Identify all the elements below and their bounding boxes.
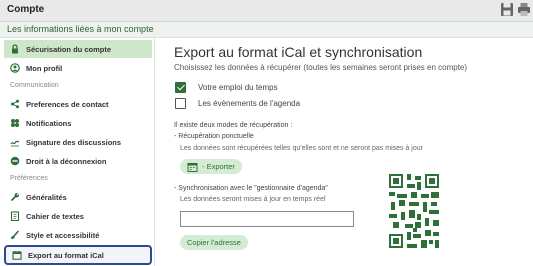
qr-code (389, 174, 439, 248)
sidebar-item-signature[interactable]: Signature des discussions (4, 133, 152, 151)
notification-icon (10, 118, 20, 128)
mode1-description: Les données sont récupérées telles qu'el… (180, 145, 423, 152)
sidebar-item-label: Généralités (26, 192, 67, 202)
copy-address-button[interactable]: Copier l'adresse (180, 235, 248, 250)
page-subtitle: Choisissez les données à récupérer (tout… (174, 63, 468, 72)
calendar-icon (12, 250, 22, 260)
calendar-icon (187, 162, 198, 172)
mode2-description: Les données seront mises à jour en temps… (180, 196, 326, 203)
evenements-agenda-label: Les évènements de l'agenda (198, 99, 301, 108)
lock-icon (10, 44, 20, 54)
sidebar-item-cahier[interactable]: Cahier de textes (4, 207, 152, 225)
sidebar-item-label: Notifications (26, 118, 72, 128)
profile-icon (10, 63, 20, 73)
wrench-icon (10, 192, 20, 202)
sidebar-group-preferences: Préférences (10, 175, 48, 182)
copy-address-button-label: Copier l'adresse (187, 238, 241, 247)
sidebar-item-label: Preferences de contact (26, 99, 109, 109)
title-bar-actions (500, 2, 531, 17)
export-button-label: - Exporter (202, 162, 235, 171)
page-title: Export au format iCal et synchronisation (174, 44, 423, 60)
window-title: Compte (7, 4, 45, 15)
modes-intro: Il existe deux modes de récupération : (174, 122, 293, 129)
sidebar-item-notifications[interactable]: Notifications (4, 114, 152, 132)
save-icon[interactable] (500, 2, 514, 17)
sidebar-item-label: Export au format iCal (28, 250, 104, 260)
sidebar-item-label: Cahier de textes (26, 211, 84, 221)
sidebar-item-deconnexion[interactable]: Droit à la déconnexion (4, 152, 152, 170)
emploi-du-temps-checkbox[interactable] (175, 82, 186, 93)
title-bar: Compte (0, 0, 533, 22)
sidebar-item-securisation[interactable]: Sécurisation du compte (4, 40, 152, 58)
section-header-title: Les informations liées à mon compte (7, 24, 154, 34)
sidebar-item-label: Signature des discussions (26, 137, 122, 147)
sync-url-input[interactable] (180, 211, 354, 227)
evenements-agenda-checkbox[interactable] (175, 98, 186, 109)
sidebar-item-contact[interactable]: Preferences de contact (4, 95, 152, 113)
section-header: Les informations liées à mon compte (0, 22, 533, 38)
sidebar-item-generalites[interactable]: Généralités (4, 188, 152, 206)
qr-code-graphic (389, 174, 439, 248)
sidebar-group-communication: Communication (10, 82, 59, 89)
share-icon (10, 99, 20, 109)
brush-icon (10, 230, 20, 240)
main-panel: Export au format iCal et synchronisation… (156, 38, 533, 266)
sidebar-item-style[interactable]: Style et accessibilité (4, 226, 152, 244)
sidebar-item-label: Droit à la déconnexion (26, 156, 107, 166)
mode1-title: - Récupération ponctuelle (174, 133, 254, 140)
print-icon[interactable] (517, 2, 531, 17)
sidebar-item-profil[interactable]: Mon profil (4, 59, 152, 77)
sidebar-item-label: Style et accessibilité (26, 230, 100, 240)
disconnect-icon (10, 156, 20, 166)
mode2-title: - Synchronisation avec le "gestionnaire … (174, 185, 328, 192)
sidebar-item-export-ical[interactable]: Export au format iCal (4, 245, 152, 265)
sidebar: Sécurisation du compte Mon profil Commun… (0, 38, 155, 266)
sidebar-item-label: Sécurisation du compte (26, 44, 112, 54)
notebook-icon (10, 211, 20, 221)
sidebar-item-label: Mon profil (26, 63, 63, 73)
export-button[interactable]: - Exporter (180, 159, 242, 174)
signature-icon (10, 137, 20, 147)
emploi-du-temps-label: Votre emploi du temps (198, 83, 278, 92)
